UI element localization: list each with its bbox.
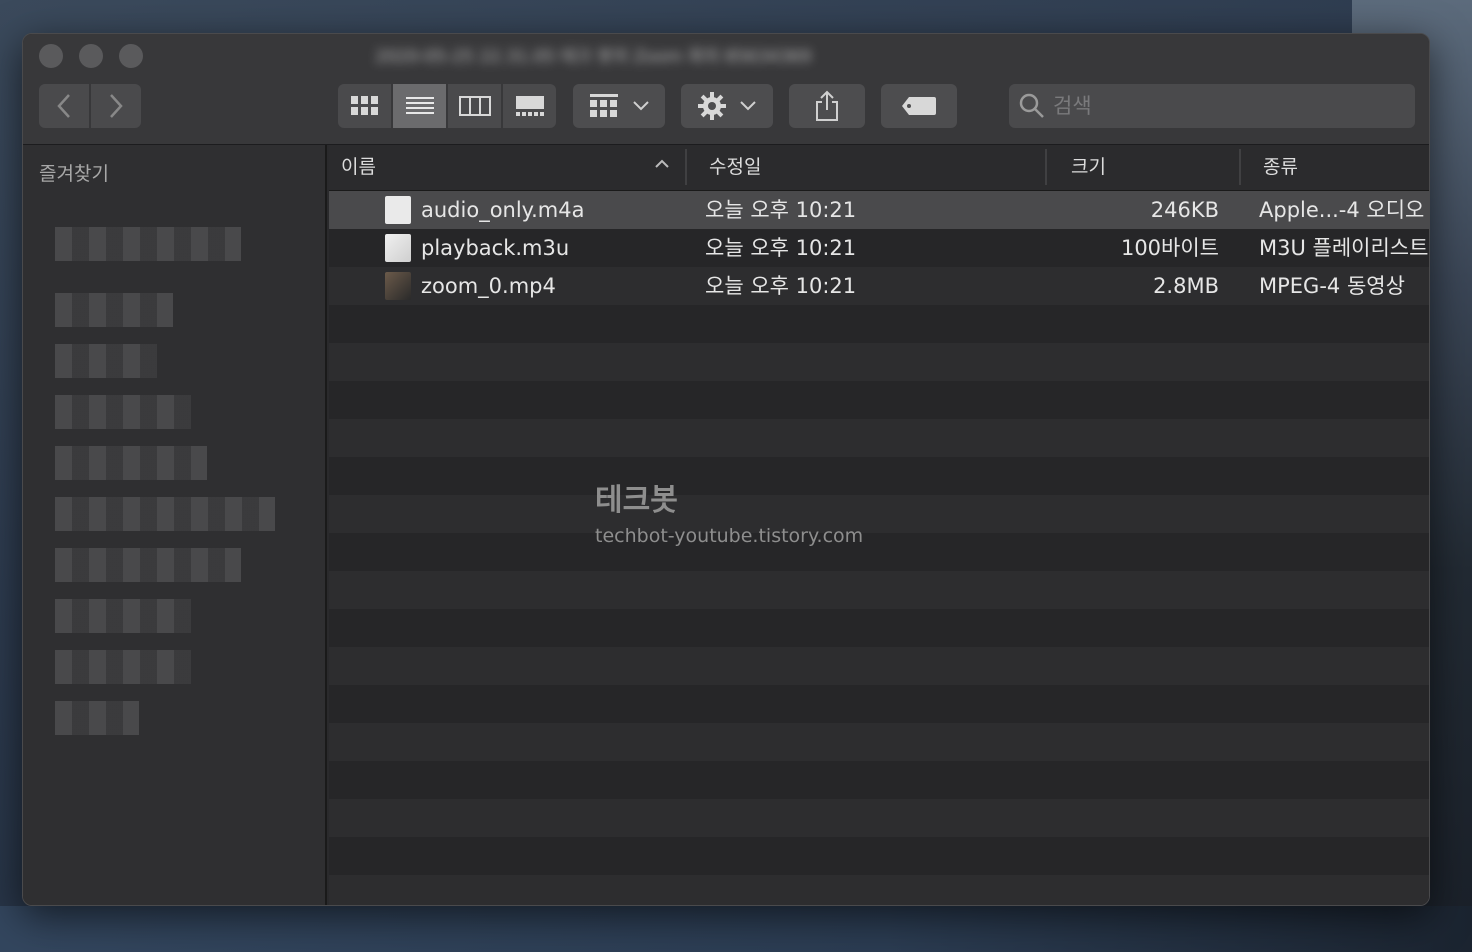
grid-icon (350, 96, 378, 115)
empty-row (329, 761, 1429, 799)
empty-row (329, 305, 1429, 343)
back-button[interactable] (39, 84, 89, 128)
column-header-kind[interactable]: 종류 (1251, 145, 1429, 191)
empty-row (329, 419, 1429, 457)
toolbar: 2020-05-25 22.31.05 테크 봇의 Zoom 회의 856343… (23, 34, 1429, 145)
video-file-icon (385, 272, 411, 300)
column-divider[interactable] (1239, 149, 1241, 185)
watermark: 테크봇 techbot-youtube.tistory.com (595, 475, 863, 547)
file-name: playback.m3u (421, 236, 570, 260)
file-list: 이름 수정일 크기 종류 audio_only.m4a 오늘 오후 10:21 … (329, 145, 1429, 905)
watermark-url: techbot-youtube.tistory.com (595, 525, 864, 547)
close-window-button[interactable] (39, 44, 63, 68)
column-header-name[interactable]: 이름 (329, 145, 685, 191)
desktop-background-bottom (0, 906, 1472, 952)
empty-row (329, 381, 1429, 419)
share-button[interactable] (789, 84, 865, 128)
playlist-file-icon (385, 234, 411, 262)
file-kind: MPEG-4 동영상 (1259, 274, 1405, 298)
arrange-grid-icon (590, 94, 618, 117)
tag-button[interactable] (881, 84, 957, 128)
sidebar-item[interactable] (55, 293, 173, 327)
sidebar-item[interactable] (55, 701, 139, 735)
forward-button[interactable] (91, 84, 141, 128)
file-name: audio_only.m4a (421, 198, 585, 222)
sidebar-item[interactable] (55, 227, 241, 261)
chevron-down-icon (633, 101, 649, 111)
file-size: 100바이트 (1120, 236, 1219, 260)
gallery-view-button[interactable] (503, 84, 556, 128)
empty-row (329, 647, 1429, 685)
window-title: 2020-05-25 22.31.05 테크 봇의 Zoom 회의 856343… (375, 47, 812, 67)
group-by-button[interactable] (573, 84, 665, 128)
column-headers: 이름 수정일 크기 종류 (329, 145, 1429, 191)
empty-row (329, 457, 1429, 495)
share-icon (816, 90, 838, 121)
search-field[interactable] (1009, 84, 1415, 128)
watermark-title: 테크봇 (595, 483, 678, 518)
tag-icon (902, 97, 936, 115)
audio-file-icon (385, 196, 411, 224)
file-name: zoom_0.mp4 (421, 274, 556, 298)
sidebar-item[interactable] (55, 344, 157, 378)
empty-row (329, 685, 1429, 723)
empty-row (329, 723, 1429, 761)
sidebar-item[interactable] (55, 395, 191, 429)
finder-window: 2020-05-25 22.31.05 테크 봇의 Zoom 회의 856343… (22, 33, 1430, 906)
empty-row (329, 343, 1429, 381)
empty-row (329, 533, 1429, 571)
minimize-window-button[interactable] (79, 44, 103, 68)
table-row[interactable]: playback.m3u 오늘 오후 10:21 100바이트 M3U 플레이리… (329, 229, 1429, 267)
sidebar-item[interactable] (55, 497, 275, 531)
chevron-down-icon (740, 101, 756, 111)
sidebar-item[interactable] (55, 599, 191, 633)
column-header-date[interactable]: 수정일 (697, 145, 1045, 191)
navigation-buttons (39, 84, 141, 128)
file-size: 2.8MB (1153, 274, 1219, 298)
maximize-window-button[interactable] (119, 44, 143, 68)
empty-row (329, 495, 1429, 533)
list-icon (405, 97, 434, 114)
sidebar-item[interactable] (55, 548, 241, 582)
column-divider[interactable] (1045, 149, 1047, 185)
column-header-size[interactable]: 크기 (1059, 145, 1239, 191)
empty-row (329, 875, 1429, 905)
file-kind: Apple...-4 오디오 (1259, 198, 1425, 222)
file-date: 오늘 오후 10:21 (705, 198, 857, 222)
action-menu-button[interactable] (681, 84, 773, 128)
empty-row (329, 799, 1429, 837)
sidebar-section-favorites: 즐겨찾기 (39, 163, 109, 185)
file-date: 오늘 오후 10:21 (705, 236, 857, 260)
list-view-button[interactable] (393, 84, 446, 128)
chevron-left-icon (57, 94, 70, 118)
file-kind: M3U 플레이리스트 (1259, 236, 1429, 260)
icon-view-button[interactable] (338, 84, 391, 128)
file-size: 246KB (1150, 198, 1219, 222)
chevron-right-icon (110, 94, 123, 118)
view-mode-buttons (337, 84, 557, 128)
column-divider[interactable] (685, 149, 687, 185)
sidebar: 즐겨찾기 (23, 145, 327, 905)
sidebar-item[interactable] (55, 650, 191, 684)
columns-icon (458, 96, 491, 116)
search-icon (1019, 93, 1044, 118)
empty-row (329, 837, 1429, 875)
empty-row (329, 571, 1429, 609)
file-rows: audio_only.m4a 오늘 오후 10:21 246KB Apple..… (329, 191, 1429, 905)
table-row[interactable]: zoom_0.mp4 오늘 오후 10:21 2.8MB MPEG-4 동영상 (329, 267, 1429, 305)
sidebar-item[interactable] (55, 446, 207, 480)
column-view-button[interactable] (448, 84, 501, 128)
table-row[interactable]: audio_only.m4a 오늘 오후 10:21 246KB Apple..… (329, 191, 1429, 229)
empty-row (329, 609, 1429, 647)
gear-icon (698, 92, 726, 120)
file-date: 오늘 오후 10:21 (705, 274, 857, 298)
chevron-up-icon (653, 155, 671, 173)
search-input[interactable] (1053, 94, 1393, 118)
gallery-icon (515, 96, 544, 116)
